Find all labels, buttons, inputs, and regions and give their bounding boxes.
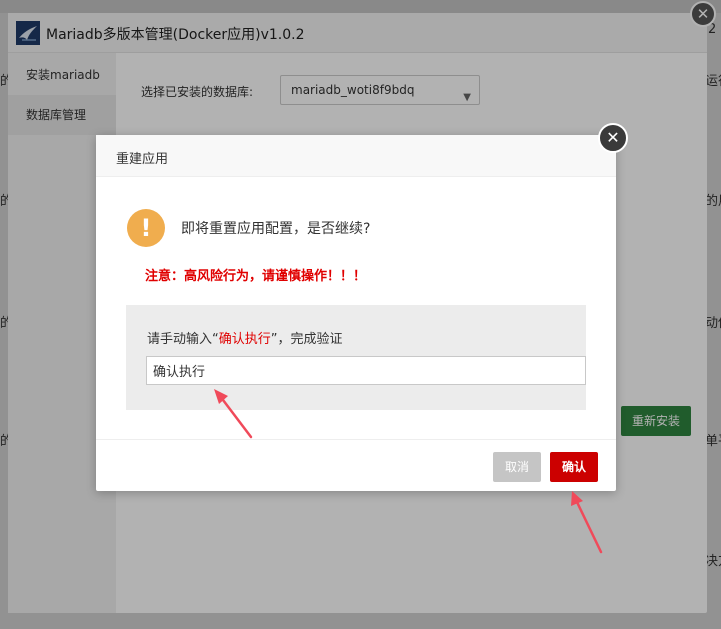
verification-panel: 请手动输入“确认执行”，完成验证 <box>126 305 586 410</box>
verification-input[interactable] <box>146 356 586 385</box>
verification-phrase: 确认执行 <box>218 332 271 347</box>
confirm-question: 即将重置应用配置，是否继续? <box>181 221 371 237</box>
dialog-close-icon[interactable]: ✕ <box>598 123 628 153</box>
confirm-button[interactable]: 确认 <box>550 452 598 482</box>
verification-label-prefix: 请手动输入“ <box>147 332 219 347</box>
danger-note: 注意：高风险行为，请谨慎操作！！！ <box>145 269 367 284</box>
dialog-title: 重建应用 <box>116 152 169 167</box>
cancel-button[interactable]: 取消 <box>493 452 541 482</box>
verification-label: 请手动输入“确认执行”，完成验证 <box>147 328 343 347</box>
screen: 2 运行 的用 动他 单平 决方 的 的 的 的 Mariadb多版本管理(Do… <box>0 0 721 629</box>
verification-label-suffix: ”，完成验证 <box>270 332 343 347</box>
dialog-header: 重建应用 <box>96 135 616 177</box>
warning-icon: ! <box>127 209 165 247</box>
dialog-footer: 取消 确认 <box>96 439 616 491</box>
rebuild-dialog: 重建应用 ✕ ! 即将重置应用配置，是否继续? 注意：高风险行为，请谨慎操作！！… <box>96 123 628 491</box>
